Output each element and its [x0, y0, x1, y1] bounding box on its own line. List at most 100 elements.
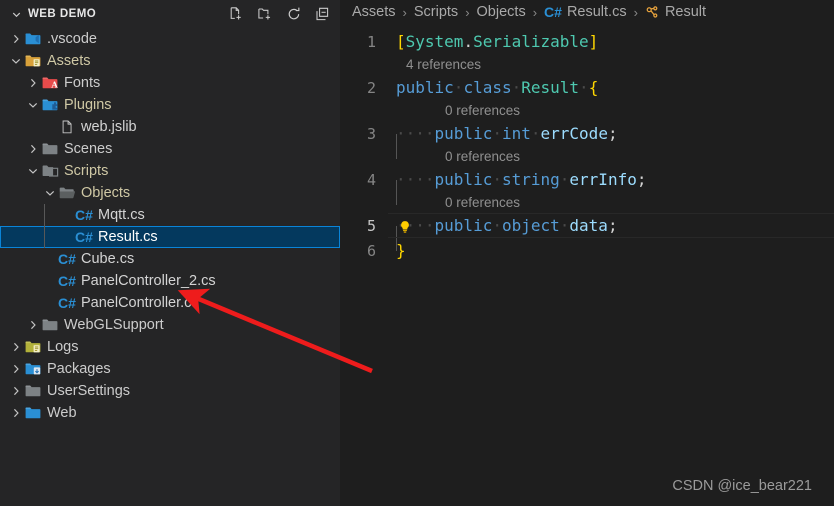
breadcrumb-item-result-cs[interactable]: C# Result.cs [544, 4, 627, 20]
code-line-text: } [386, 241, 406, 260]
code-line[interactable]: 3 ····public·int·errCode; [340, 121, 834, 159]
chevron-down-icon[interactable] [8, 6, 24, 22]
tree-item-usersettings[interactable]: UserSettings [0, 380, 340, 402]
chevron-right-icon[interactable] [25, 317, 41, 333]
tree-item-label: PanelController_2.cs [81, 273, 216, 289]
tree-item-label: .vscode [47, 31, 97, 47]
class-symbol-icon [645, 5, 660, 20]
code-line[interactable]: 2 public·class·Result·{ [340, 75, 834, 100]
chevron-right-icon[interactable] [25, 141, 41, 157]
code-token: · [492, 170, 502, 189]
breadcrumb-item-assets[interactable]: Assets [352, 4, 396, 20]
vscode-window: WEB DEMO .vscode Assets A Fonts Plugins … [0, 0, 834, 506]
tree-item-panelcontroller-2-cs[interactable]: C# PanelController_2.cs [0, 270, 340, 292]
tree-item-label: Plugins [64, 97, 112, 113]
new-folder-icon[interactable] [256, 5, 274, 23]
tree-item-label: Scenes [64, 141, 113, 157]
breadcrumb-item-scripts[interactable]: Scripts [414, 4, 458, 20]
codelens-reference: 0 references [340, 146, 834, 167]
folder-open-icon [58, 184, 76, 202]
tree-item-fonts[interactable]: A Fonts [0, 72, 340, 94]
chevron-down-icon[interactable] [25, 163, 41, 179]
tree-item-plugins[interactable]: Plugins [0, 94, 340, 116]
csharp-icon: C# [75, 207, 93, 223]
code-line[interactable]: 6} [340, 238, 834, 263]
chevron-right-icon[interactable] [8, 339, 24, 355]
code-token: . [463, 32, 474, 51]
tree-item-label: PanelController.cs [81, 295, 199, 311]
tree-item-cube-cs[interactable]: C# Cube.cs [0, 248, 340, 270]
tree-item-mqtt-cs[interactable]: C# Mqtt.cs [0, 204, 340, 226]
refresh-icon[interactable] [285, 5, 303, 23]
code-token: · [492, 216, 502, 235]
breadcrumb-label: Assets [352, 4, 396, 20]
csharp-icon: C# [75, 229, 93, 245]
folder-grey-icon [41, 140, 59, 158]
chevron-down-icon[interactable] [8, 53, 24, 69]
code-line-text: ····public·object·data; [386, 216, 618, 251]
tree-item-assets[interactable]: Assets [0, 50, 340, 72]
lightbulb-icon[interactable] [398, 219, 412, 235]
line-number: 5 [366, 216, 376, 235]
code-line[interactable]: 1 [System.Serializable] [340, 29, 834, 54]
codelens-reference-link[interactable]: 0 references [435, 149, 520, 164]
code-token: } [396, 241, 406, 260]
tree-item-scripts[interactable]: Scripts [0, 160, 340, 182]
chevron-down-icon[interactable] [42, 185, 58, 201]
code-line-text: ····public·int·errCode; [386, 124, 618, 159]
breadcrumb-item-objects[interactable]: Objects [477, 4, 526, 20]
code-token: errCode [540, 124, 608, 143]
chevron-right-icon[interactable] [8, 31, 24, 47]
code-line[interactable]: 4 ····public·string·errInfo; [340, 167, 834, 205]
code-token: [ [396, 32, 406, 51]
code-token: class [463, 78, 512, 97]
tree-item-webglsupport[interactable]: WebGLSupport [0, 314, 340, 336]
chevron-right-icon[interactable] [25, 75, 41, 91]
code-token: · [579, 78, 589, 97]
tree-item--vscode[interactable]: .vscode [0, 28, 340, 50]
chevron-right-icon[interactable] [8, 383, 24, 399]
code-token: ···· [396, 170, 435, 189]
breadcrumb-label: Result.cs [566, 4, 627, 20]
tree-item-label: WebGLSupport [64, 317, 164, 333]
folder-vscode-icon [24, 30, 42, 48]
codelens-reference-link[interactable]: 4 references [396, 57, 481, 72]
breadcrumb-item-result[interactable]: Result [645, 4, 706, 20]
tree-item-label: Scripts [64, 163, 109, 179]
code-editor-pane: Assets › Scripts › Objects › C# Result.cs › Resul… [340, 0, 834, 506]
codelens-reference-link[interactable]: 0 references [435, 195, 520, 210]
csharp-icon: C# [58, 273, 76, 289]
code-token: · [530, 124, 541, 143]
code-content[interactable]: 1 [System.Serializable] 4 references 2 publi… [340, 24, 834, 263]
tree-item-label: Fonts [64, 75, 101, 91]
codelens-reference: 4 references [340, 54, 834, 75]
chevron-right-icon[interactable] [8, 361, 24, 377]
code-token: { [588, 78, 599, 97]
new-file-icon[interactable] [227, 5, 245, 23]
code-token: data [569, 216, 608, 235]
tree-item-label: Web [47, 405, 77, 421]
code-token: public [396, 78, 454, 97]
chevron-right-icon[interactable] [8, 405, 24, 421]
folder-plugins-icon [41, 96, 59, 114]
file-icon [58, 118, 76, 136]
tree-item-panelcontroller-cs[interactable]: C# PanelController.cs [0, 292, 340, 314]
explorer-actions [227, 5, 332, 23]
csharp-icon: C# [58, 251, 76, 267]
tree-item-scenes[interactable]: Scenes [0, 138, 340, 160]
codelens-reference-link[interactable]: 0 references [435, 103, 520, 118]
collapse-all-icon[interactable] [314, 5, 332, 23]
tree-item-logs[interactable]: Logs [0, 336, 340, 358]
file-tree: .vscode Assets A Fonts Plugins web.jslib Scene… [0, 28, 340, 424]
code-line[interactable]: 5 ····public·object·data; [340, 213, 834, 251]
chevron-down-icon[interactable] [25, 97, 41, 113]
code-line-text: public·class·Result·{ [386, 78, 598, 97]
tree-item-objects[interactable]: Objects [0, 182, 340, 204]
tree-item-packages[interactable]: Packages [0, 358, 340, 380]
folder-grey-open-icon [41, 162, 59, 180]
tree-item-result-cs[interactable]: C# Result.cs [0, 226, 340, 248]
tree-item-web[interactable]: Web [0, 402, 340, 424]
code-token: ; [636, 170, 647, 189]
codelens-reference: 0 references [340, 100, 834, 121]
tree-item-web-jslib[interactable]: web.jslib [0, 116, 340, 138]
